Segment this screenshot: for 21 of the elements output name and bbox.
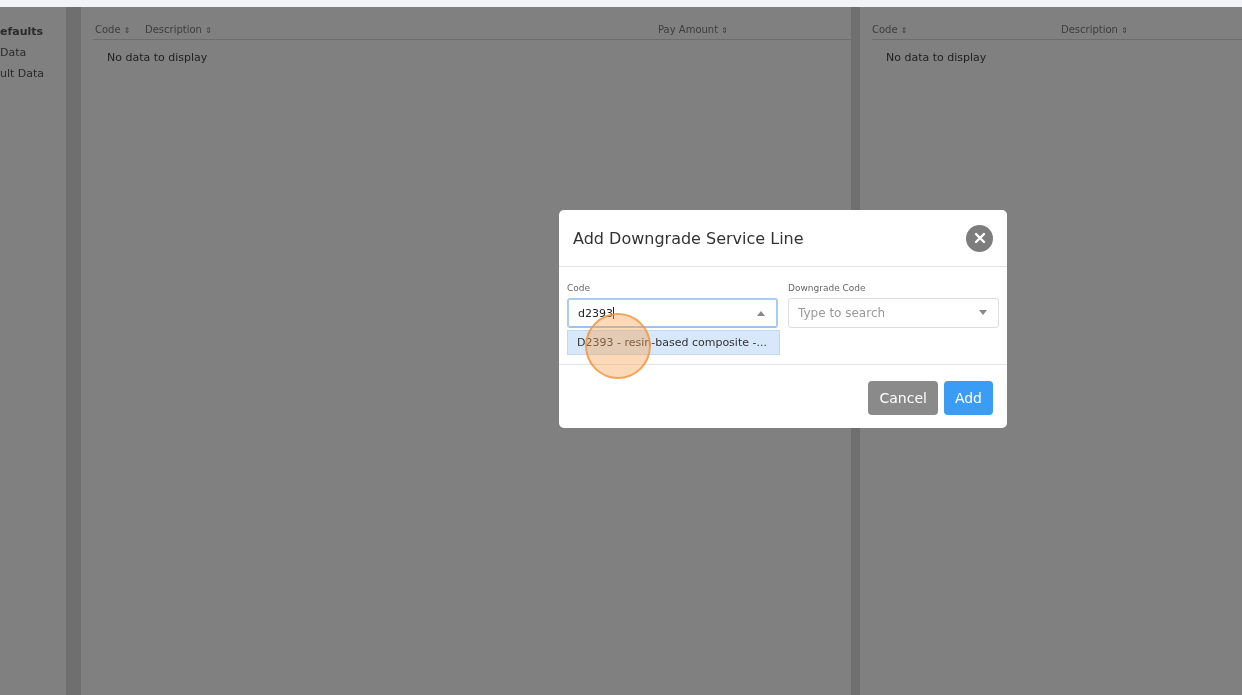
combo-box[interactable]: d2393 — [567, 298, 778, 328]
column-header[interactable]: Code ⇕ — [95, 24, 131, 35]
close-icon — [973, 232, 986, 244]
dialog-title: Add Downgrade Service Line — [573, 228, 804, 248]
column-header[interactable]: Description ⇕ — [1061, 24, 1128, 35]
empty-message: No data to display — [106, 50, 209, 64]
column-header[interactable]: Description ⇕ — [145, 24, 212, 35]
sidebar-item[interactable]: efaults — [0, 21, 66, 42]
caret-icon — [756, 310, 766, 316]
column-header[interactable]: Pay Amount ⇕ — [658, 24, 728, 35]
close-button[interactable] — [966, 224, 993, 252]
cancel-button[interactable]: Cancel — [868, 381, 938, 415]
sidebar-item[interactable]: Data — [0, 42, 66, 63]
field-label: Downgrade Code — [788, 283, 867, 293]
sidebar-item[interactable]: ult Data — [0, 63, 66, 84]
caret-icon — [978, 310, 988, 316]
combo-box[interactable]: Type to search — [788, 298, 999, 328]
empty-message: No data to display — [885, 50, 988, 64]
column-header[interactable]: Code ⇕ — [872, 24, 908, 35]
field-label: Code — [567, 283, 592, 293]
add-button[interactable]: Add — [943, 381, 993, 415]
